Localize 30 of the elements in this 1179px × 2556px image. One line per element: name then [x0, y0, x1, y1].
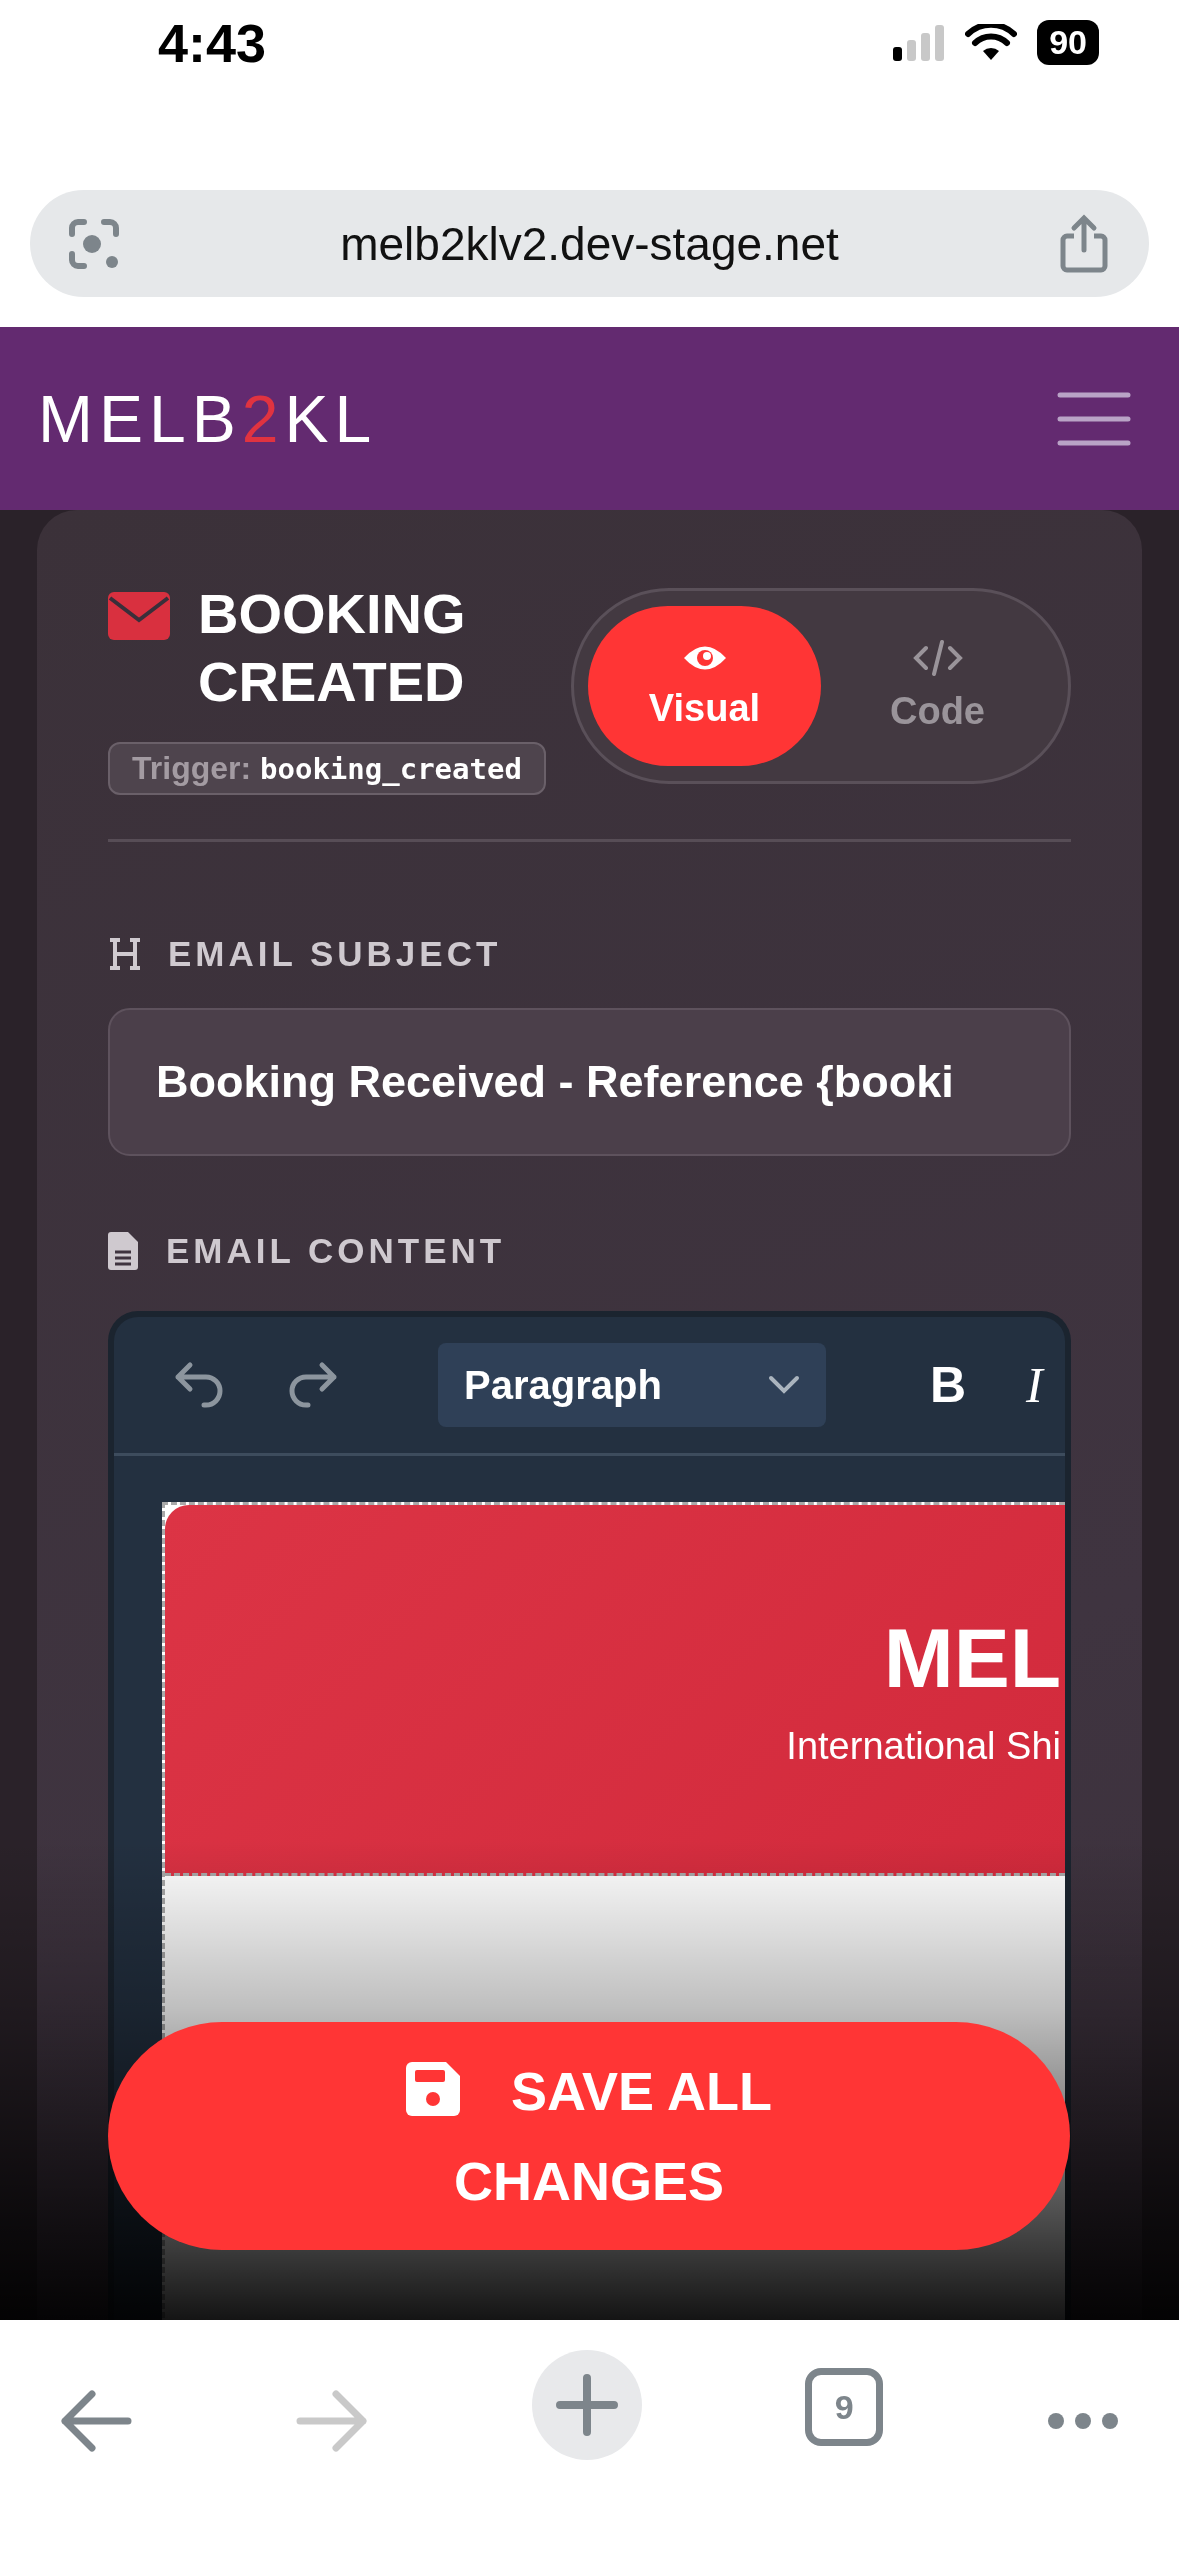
code-icon: [911, 639, 964, 676]
template-title: BOOKING CREATED: [198, 581, 467, 715]
document-icon: [108, 1232, 138, 1270]
save-button[interactable]: SAVE ALL CHANGES: [108, 2022, 1070, 2250]
chevron-down-icon: [768, 1375, 800, 1395]
subject-field[interactable]: Booking Received - Reference {booki: [108, 1008, 1071, 1156]
field-label: EMAIL SUBJECT: [168, 934, 502, 974]
tab-count-button[interactable]: 9: [805, 2368, 884, 2446]
status-time: 4:43: [158, 11, 267, 74]
email-brand: MEL: [883, 1610, 1061, 1707]
address-bar[interactable]: melb2klv2.dev-stage.net: [30, 190, 1149, 297]
view-mode-tab[interactable]: Code: [821, 606, 1054, 766]
site-logo[interactable]: MELB2 KL: [38, 380, 378, 457]
block-format-dropdown[interactable]: Paragraph: [438, 1343, 826, 1427]
plus-icon: [555, 2374, 618, 2436]
battery-indicator: 90: [1037, 20, 1099, 65]
signal-icon: [893, 24, 946, 61]
wifi-icon: [965, 23, 1018, 62]
email-tagline: International Shi: [786, 1725, 1061, 1768]
bold-button[interactable]: B: [930, 1356, 967, 1414]
envelope-icon: [108, 592, 170, 640]
view-mode-tab[interactable]: Visual: [588, 606, 821, 766]
trigger-badge: Trigger: booking_created: [108, 742, 546, 795]
menu-icon[interactable]: [1057, 390, 1131, 447]
heading-icon: [108, 937, 142, 971]
italic-button[interactable]: I: [1026, 1356, 1043, 1414]
field-label: EMAIL CONTENT: [166, 1231, 506, 1271]
url-text: melb2klv2.dev-stage.net: [340, 216, 839, 271]
more-icon[interactable]: [1047, 2412, 1119, 2430]
back-arrow-icon[interactable]: [60, 2390, 132, 2452]
